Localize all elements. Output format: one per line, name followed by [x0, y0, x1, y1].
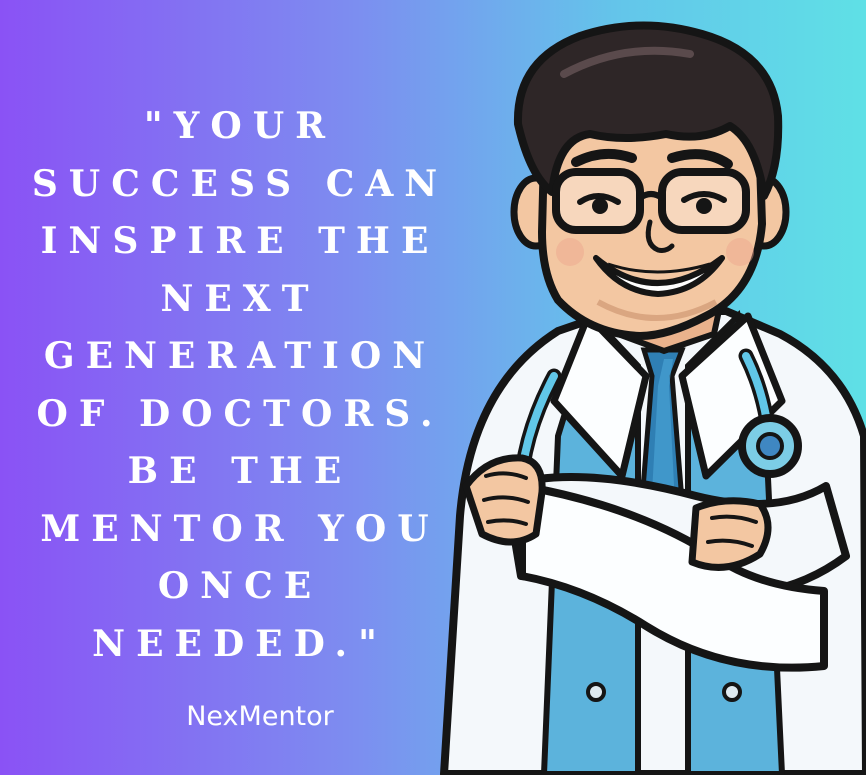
- brand-name: NexMentor: [186, 701, 334, 732]
- quote-line-5: GENERATION: [43, 335, 437, 377]
- quote-line-9: ONCE: [157, 565, 323, 607]
- quote-line-3: INSPIRE THE: [40, 220, 440, 262]
- quote-line-1: "YOUR: [143, 105, 337, 147]
- doctor-illustration: [440, 21, 866, 775]
- quote-line-4: NEXT: [160, 277, 320, 320]
- quote-line-7: BE THE: [127, 450, 353, 492]
- quote-line-2: SUCCESS CAN: [31, 162, 449, 205]
- quote-line-10: NEEDED.": [92, 622, 388, 665]
- quote-line-8: MENTOR YOU: [40, 507, 440, 550]
- quote-line-6: OF DOCTORS.: [36, 392, 444, 435]
- quote-block: "YOUR SUCCESS CAN INSPIRE THE NEXT GENER…: [20, 98, 460, 673]
